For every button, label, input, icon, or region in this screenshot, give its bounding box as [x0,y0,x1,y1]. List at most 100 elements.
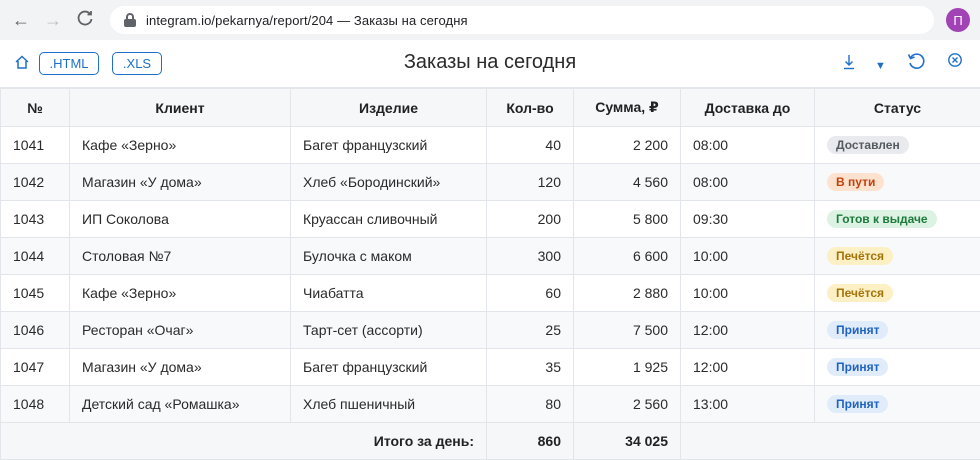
download-icon[interactable] [843,54,855,75]
cell-qty: 120 [487,164,574,201]
cell-qty: 40 [487,127,574,164]
cell-sum: 2 560 [574,386,681,423]
cell-client: Детский сад «Ромашка» [70,386,291,423]
reload-icon[interactable] [74,7,96,29]
cell-status: В пути [815,164,980,201]
cell-delivery: 08:00 [681,127,815,164]
table-total-row: Итого за день: 860 34 025 [1,423,980,460]
cell-id: 1048 [1,386,70,423]
cell-client: Столовая №7 [70,238,291,275]
cell-product: Тарт-сет (ассорти) [291,312,487,349]
cell-client: ИП Соколова [70,201,291,238]
column-header-product[interactable]: Изделие [291,89,487,127]
table-row[interactable]: 1043 ИП Соколова Круассан сливочный 200 … [1,201,980,238]
cell-status: Печётся [815,238,980,275]
table-header-row: № Клиент Изделие Кол-во Сумма, ₽ Доставк… [1,89,980,127]
cell-qty: 200 [487,201,574,238]
history-icon-svg [906,51,926,71]
total-label: Итого за день: [1,423,487,460]
export-xls-button[interactable]: .XLS [112,52,162,75]
cell-sum: 1 925 [574,349,681,386]
browser-toolbar: ← → integram.io/pekarnya/report/204 — За… [0,0,980,40]
cell-id: 1047 [1,349,70,386]
cell-delivery: 08:00 [681,164,815,201]
column-header-sum[interactable]: Сумма, ₽ [574,89,681,127]
reload-icon-svg [75,8,95,28]
cell-qty: 300 [487,238,574,275]
cell-sum: 5 800 [574,201,681,238]
cell-id: 1041 [1,127,70,164]
cell-qty: 80 [487,386,574,423]
cell-status: Принят [815,349,980,386]
cell-client: Магазин «У дома» [70,164,291,201]
cell-product: Багет французский [291,127,487,164]
cell-status: Доставлен [815,127,980,164]
cell-product: Булочка с маком [291,238,487,275]
address-bar[interactable]: integram.io/pekarnya/report/204 — Заказы… [110,6,934,34]
cell-product: Багет французский [291,349,487,386]
url-path: /pekarnya/report/204 [211,13,333,28]
cell-product: Круассан сливочный [291,201,487,238]
back-arrow-icon[interactable]: ← [10,9,32,31]
page-title-in-url: Заказы на сегодня [354,13,468,28]
status-badge: Принят [827,358,888,376]
cell-status: Готов к выдаче [815,201,980,238]
cell-status: Печётся [815,275,980,312]
table-row[interactable]: 1042 Магазин «У дома» Хлеб «Бородинский»… [1,164,980,201]
close-circle-icon[interactable] [947,52,963,73]
avatar[interactable]: П [946,8,970,32]
cell-id: 1046 [1,312,70,349]
cell-product: Хлеб пшеничный [291,386,487,423]
download-icon-svg [843,54,855,70]
table-row[interactable]: 1045 Кафе «Зерно» Чиабатта 60 2 880 10:0… [1,275,980,312]
cell-client: Ресторан «Очаг» [70,312,291,349]
cell-delivery: 12:00 [681,312,815,349]
cell-sum: 2 880 [574,275,681,312]
home-icon[interactable] [14,54,30,72]
export-html-button[interactable]: .HTML [39,52,99,75]
status-badge: Готов к выдаче [827,210,937,228]
column-header-client[interactable]: Клиент [70,89,291,127]
cell-sum: 2 200 [574,127,681,164]
column-header-qty[interactable]: Кол-во [487,89,574,127]
cell-id: 1044 [1,238,70,275]
status-badge: Принят [827,395,888,413]
total-qty: 860 [487,423,574,460]
cell-delivery: 10:00 [681,275,815,312]
table-row[interactable]: 1046 Ресторан «Очаг» Тарт-сет (ассорти) … [1,312,980,349]
history-icon[interactable] [906,51,926,74]
status-badge: Печётся [827,247,893,265]
cell-client: Кафе «Зерно» [70,275,291,312]
status-badge: Доставлен [827,136,909,154]
cell-status: Принят [815,312,980,349]
report-toolbar: .HTML .XLS Заказы на сегодня ▼ [0,40,980,88]
cell-sum: 6 600 [574,238,681,275]
cell-id: 1043 [1,201,70,238]
orders-table: № Клиент Изделие Кол-во Сумма, ₽ Доставк… [0,88,980,460]
lock-icon [124,13,136,27]
table-row[interactable]: 1044 Столовая №7 Булочка с маком 300 6 6… [1,238,980,275]
table-row[interactable]: 1041 Кафе «Зерно» Багет французский 40 2… [1,127,980,164]
cell-product: Хлеб «Бородинский» [291,164,487,201]
cell-client: Магазин «У дома» [70,349,291,386]
cell-status: Принят [815,386,980,423]
cell-id: 1042 [1,164,70,201]
total-empty-cell [681,423,980,460]
address-text: integram.io/pekarnya/report/204 — Заказы… [146,13,468,28]
status-badge: Печётся [827,284,893,302]
cell-delivery: 09:30 [681,201,815,238]
url-separator: — [333,13,354,28]
table-row[interactable]: 1047 Магазин «У дома» Багет французский … [1,349,980,386]
forward-arrow-icon[interactable]: → [42,9,64,31]
column-header-delivery[interactable]: Доставка до [681,89,815,127]
close-circle-icon-svg [947,52,963,68]
column-header-status[interactable]: Статус [815,89,980,127]
chevron-down-icon[interactable]: ▼ [875,57,886,75]
home-icon-svg [14,54,30,70]
column-header-id[interactable]: № [1,89,70,127]
cell-sum: 7 500 [574,312,681,349]
table-row[interactable]: 1048 Детский сад «Ромашка» Хлеб пшеничны… [1,386,980,423]
table-body: 1041 Кафе «Зерно» Багет французский 40 2… [1,127,980,423]
cell-qty: 35 [487,349,574,386]
cell-id: 1045 [1,275,70,312]
